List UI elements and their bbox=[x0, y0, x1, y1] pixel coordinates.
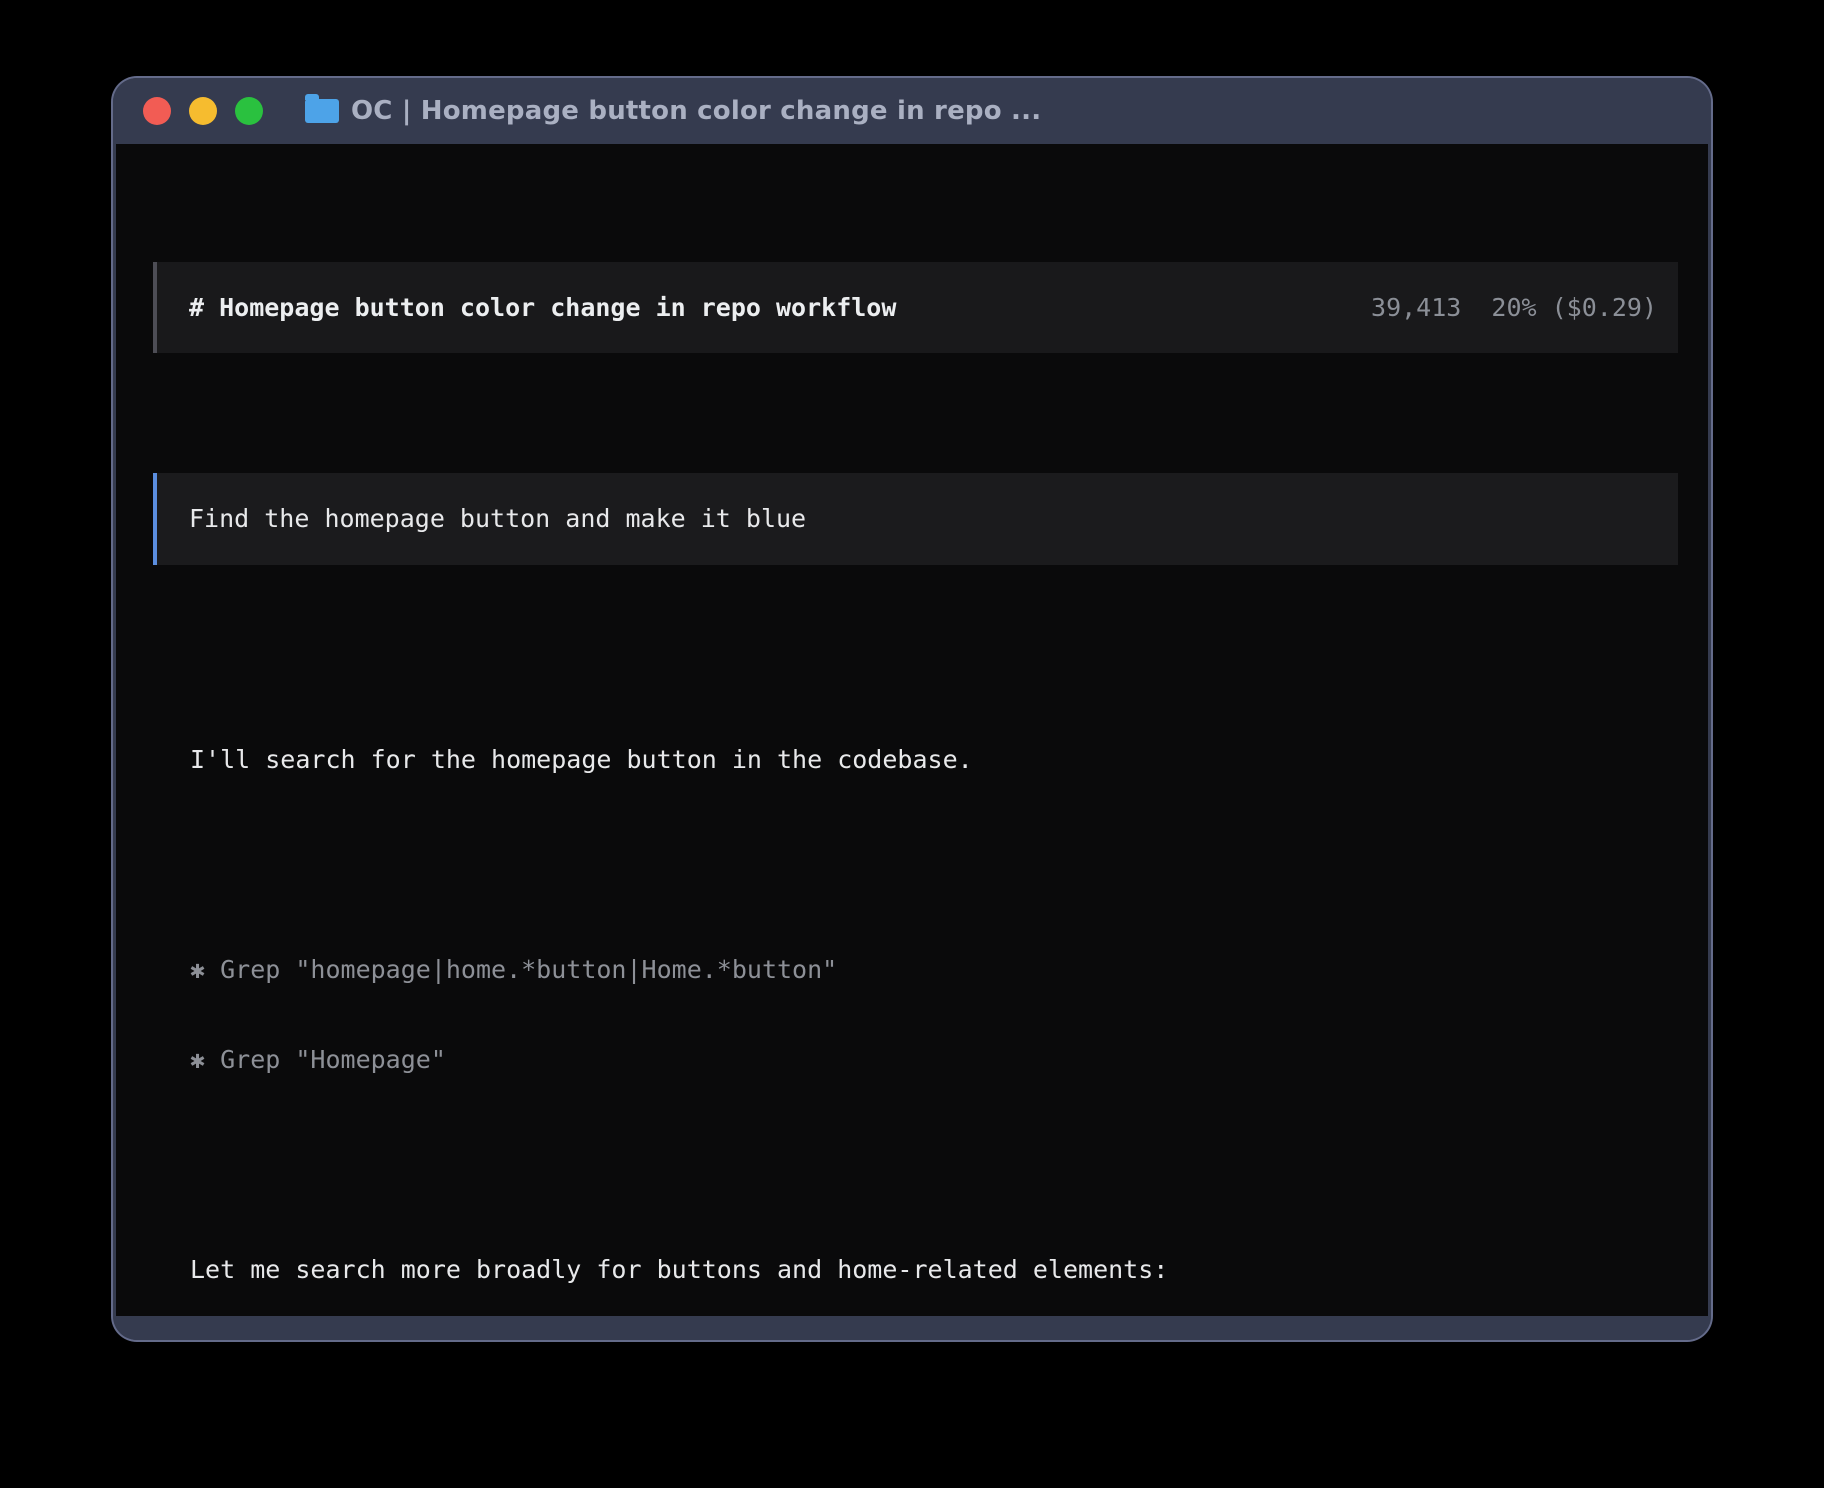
minimize-button[interactable] bbox=[189, 97, 217, 125]
traffic-lights bbox=[143, 97, 263, 125]
session-title: # Homepage button color change in repo w… bbox=[189, 293, 896, 323]
window-bottom-edge bbox=[113, 1316, 1711, 1340]
close-button[interactable] bbox=[143, 97, 171, 125]
user-message-text: Find the homepage button and make it blu… bbox=[189, 504, 806, 534]
session-stats: 39,413 20% ($0.29) bbox=[1371, 293, 1657, 323]
user-message: Find the homepage button and make it blu… bbox=[153, 473, 1678, 565]
terminal-window: OC | Homepage button color change in rep… bbox=[113, 78, 1711, 1340]
window-title: OC | Homepage button color change in rep… bbox=[351, 96, 1041, 126]
zoom-button[interactable] bbox=[235, 97, 263, 125]
assistant-text: I'll search for the homepage button in t… bbox=[190, 745, 1674, 775]
conversation: I'll search for the homepage button in t… bbox=[190, 655, 1674, 1316]
tool-call-grep: ✱ Grep "Homepage" bbox=[190, 1045, 1674, 1075]
session-header: # Homepage button color change in repo w… bbox=[153, 262, 1678, 353]
terminal-content: # Homepage button color change in repo w… bbox=[116, 144, 1708, 1316]
window-titlebar[interactable]: OC | Homepage button color change in rep… bbox=[113, 78, 1711, 144]
folder-icon bbox=[305, 99, 339, 123]
tool-call-group: ✱ Grep "homepage|home.*button|Home.*butt… bbox=[190, 895, 1674, 1135]
assistant-text: Let me search more broadly for buttons a… bbox=[190, 1255, 1674, 1285]
tool-call-grep: ✱ Grep "homepage|home.*button|Home.*butt… bbox=[190, 955, 1674, 985]
